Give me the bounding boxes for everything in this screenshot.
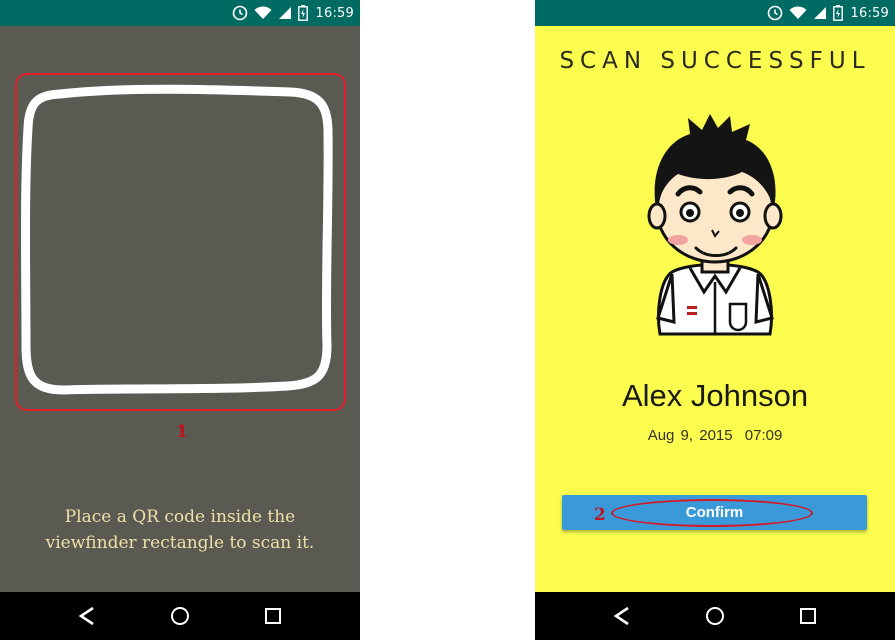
recents-icon [800, 608, 817, 624]
wifi-icon [254, 6, 272, 19]
signal-icon [278, 7, 291, 19]
signal-icon [813, 7, 826, 19]
scan-date: Aug 9, 2015 [647, 427, 733, 444]
alarm-icon [232, 5, 247, 21]
nav-recents-button[interactable] [784, 596, 832, 636]
nav-back-button[interactable] [598, 596, 646, 636]
annotation-label-2: 2 [594, 505, 606, 525]
user-name: Alex Johnson [621, 378, 809, 413]
success-heading: SCAN SUCCESSFUL [559, 48, 871, 74]
scan-screen: 16:59 1 Place a QR code inside the viewf… [0, 0, 360, 640]
alarm-icon [767, 5, 782, 21]
nav-recents-button[interactable] [249, 596, 297, 636]
status-time: 16:59 [315, 5, 354, 21]
success-screen: 16:59 SCAN SUCCESSFUL Alex Johnson Aug 9… [535, 0, 895, 640]
nav-home-button[interactable] [691, 596, 739, 636]
scan-datetime: Aug 9, 2015 07:09 [535, 427, 895, 444]
nav-bar [535, 592, 895, 640]
scan-time: 07:09 [744, 427, 783, 444]
wifi-icon [789, 6, 807, 19]
battery-icon [297, 5, 308, 21]
back-icon [78, 606, 94, 626]
nav-home-button[interactable] [156, 596, 204, 636]
instructions-line-1: Place a QR code inside the [64, 507, 296, 527]
battery-icon [832, 5, 843, 21]
home-icon [170, 607, 189, 625]
home-icon [705, 607, 724, 625]
back-icon [613, 606, 629, 626]
confirm-button[interactable]: Confirm [562, 495, 867, 530]
status-time: 16:59 [850, 5, 889, 21]
viewfinder-rectangle [21, 84, 333, 395]
nav-bar [0, 592, 360, 640]
status-bar: 16:59 [0, 0, 360, 26]
scan-instructions: Place a QR code inside the viewfinder re… [20, 504, 340, 556]
nav-back-button[interactable] [63, 596, 111, 636]
annotation-label-1: 1 [176, 422, 188, 442]
recents-icon [265, 608, 282, 624]
status-bar: 16:59 [535, 0, 895, 26]
user-avatar [647, 114, 783, 336]
instructions-line-2: viewfinder rectangle to scan it. [45, 533, 315, 553]
